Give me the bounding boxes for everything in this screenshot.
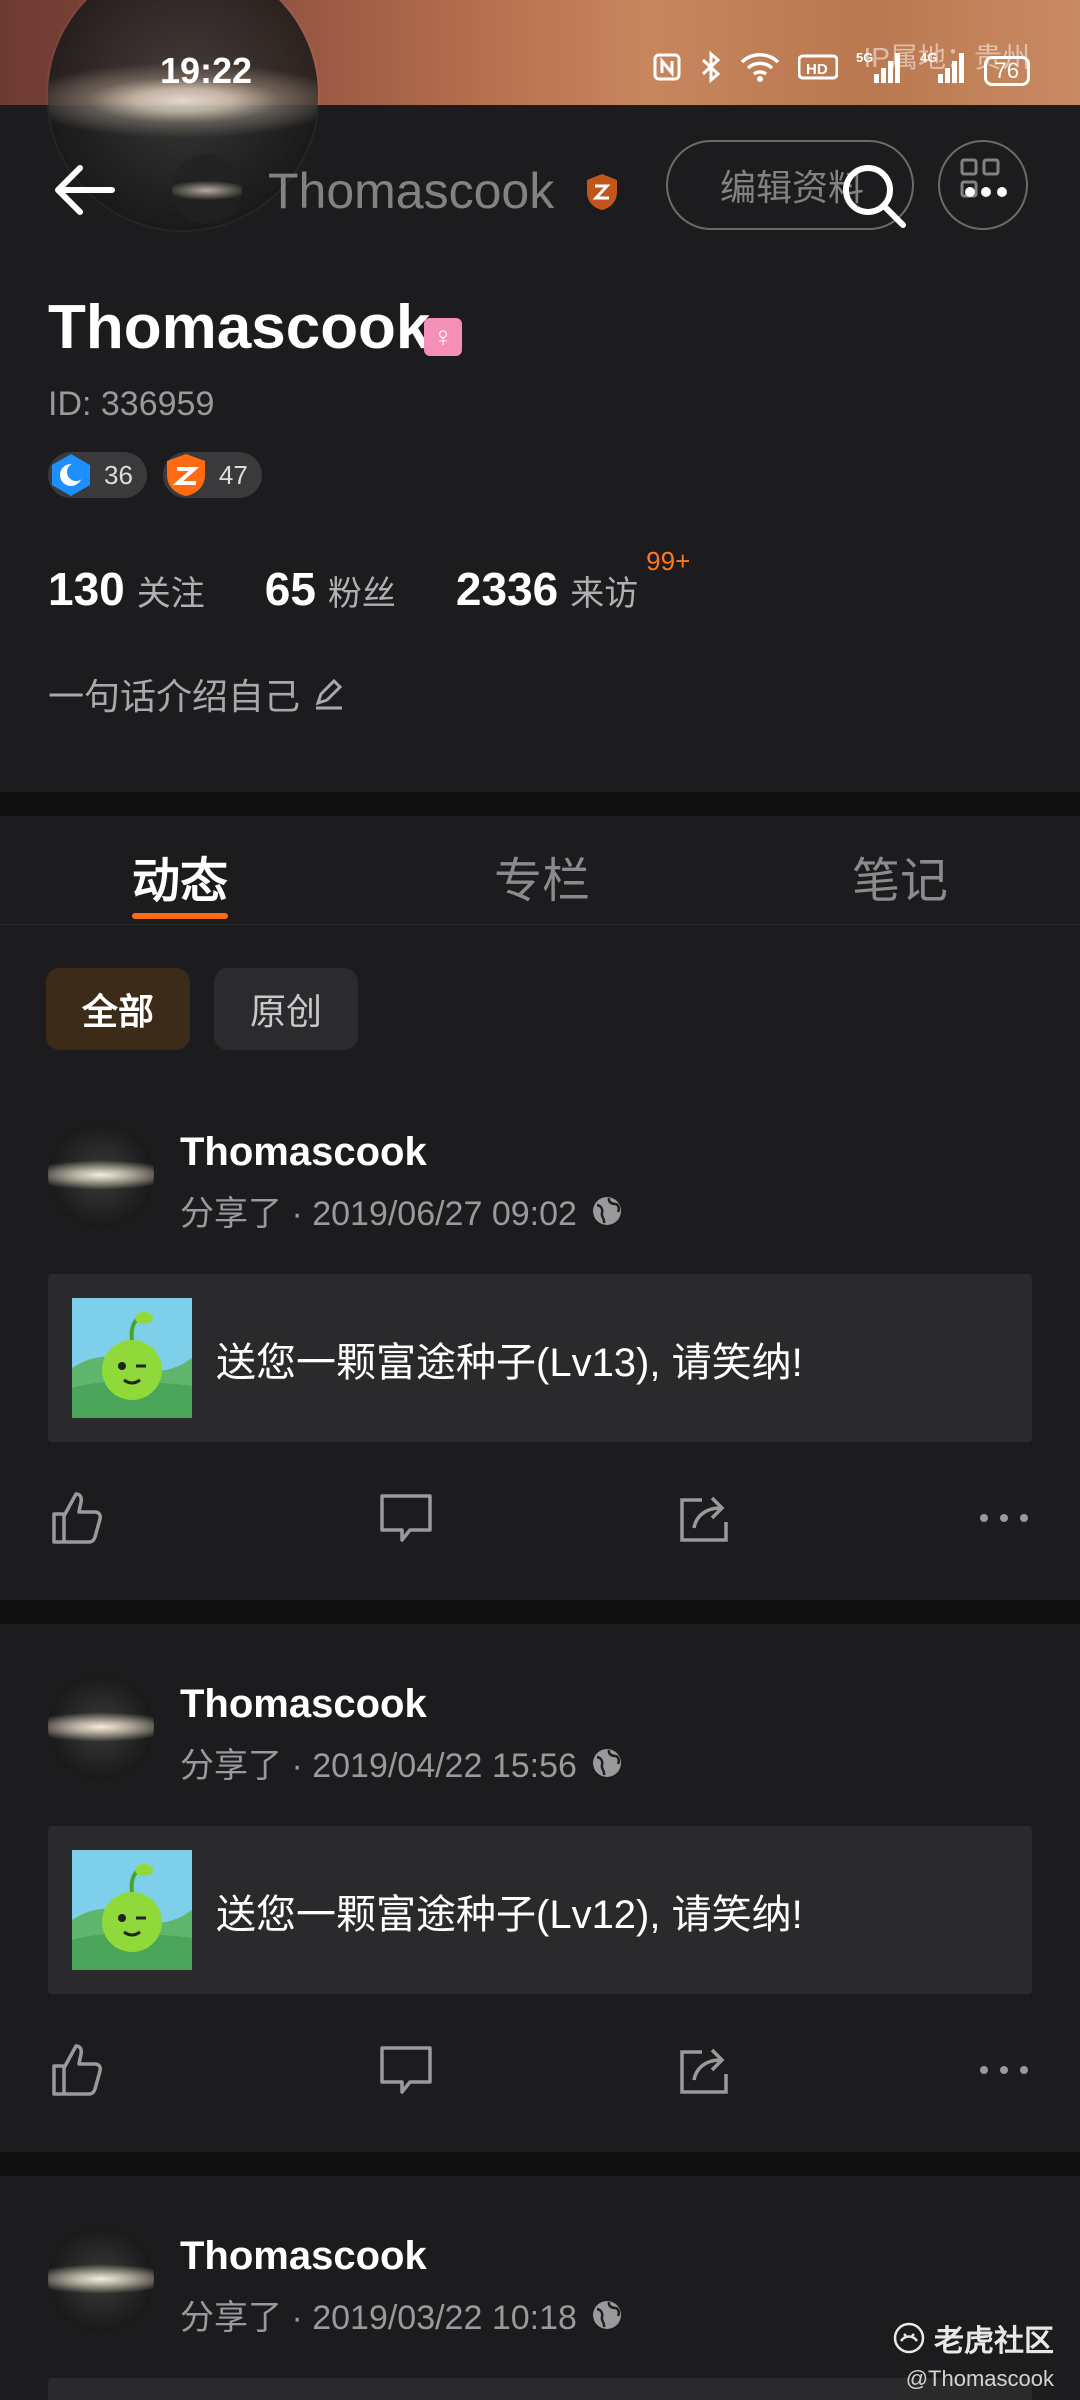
- bluetooth-icon: [700, 50, 722, 90]
- tab-columns[interactable]: 专栏: [494, 841, 590, 911]
- shield-badge-icon: [166, 454, 205, 496]
- signal-5g-icon: 5G: [856, 50, 902, 91]
- content-tabs: 动态 专栏 笔记: [0, 815, 1080, 925]
- comment-icon[interactable]: [376, 2040, 436, 2100]
- svg-text:5G: 5G: [856, 50, 873, 65]
- top-nav: Thomascook 编辑资料: [0, 130, 1080, 250]
- stat-followers[interactable]: 65 粉丝: [265, 562, 396, 616]
- badge-shield[interactable]: 47: [162, 452, 262, 498]
- status-icons: HD 5G 4G 76: [652, 50, 1030, 91]
- post-divider: [0, 1600, 1080, 1624]
- post-author[interactable]: Thomascook: [180, 2234, 427, 2279]
- post-actions: [0, 2016, 1080, 2136]
- post-timestamp: 分享了 · 2019/03/22 10:18: [180, 2299, 577, 2337]
- globe-icon: [592, 1196, 621, 1225]
- hd-icon: HD: [797, 52, 839, 89]
- share-icon[interactable]: [674, 1488, 734, 1548]
- profile-stats: 130 关注 65 粉丝 2336 来访 99+: [48, 546, 698, 616]
- section-divider: [0, 792, 1080, 816]
- post-avatar[interactable]: [48, 2226, 154, 2332]
- more-menu-button[interactable]: [938, 140, 1028, 230]
- stat-visitors-count: 2336: [455, 563, 559, 615]
- nav-avatar: [172, 154, 242, 224]
- visitors-new-badge: 99+: [646, 546, 691, 576]
- post-meta: 分享了 · 2019/04/22 15:56: [180, 1738, 623, 1787]
- seed-mascot-image: [72, 1298, 192, 1418]
- stat-following-label: 关注: [136, 575, 205, 613]
- profile-username: Thomascook: [48, 293, 431, 362]
- stat-following-count: 130: [48, 563, 125, 615]
- globe-icon: [592, 1748, 621, 1777]
- tiger-logo-icon: [893, 2322, 925, 2354]
- pencil-icon: [315, 678, 343, 710]
- profile-info: Thomascook ♀ ID: 336959 36 47 130 关注 65 …: [0, 250, 1080, 790]
- wifi-icon: [740, 52, 780, 89]
- status-bar: IP属地：贵州 19:22 HD 5G 4G 76: [0, 0, 1080, 105]
- feed-post[interactable]: Thomascook 分享了 · 2019/04/22 15:56 送您一颗富途…: [0, 1674, 1080, 2152]
- post-author[interactable]: Thomascook: [180, 1130, 427, 1175]
- filter-all[interactable]: 全部: [46, 968, 191, 1050]
- user-badges: 36 47: [48, 452, 262, 498]
- bio-edit[interactable]: 一句话介绍自己: [48, 668, 346, 720]
- more-dots-icon[interactable]: [974, 2040, 1034, 2100]
- filter-original[interactable]: 原创: [214, 968, 359, 1050]
- post-actions: [0, 1464, 1080, 1584]
- post-meta: 分享了 · 2019/06/27 09:02: [180, 1186, 623, 1235]
- back-arrow-icon[interactable]: [50, 160, 120, 220]
- feed-post[interactable]: Thomascook 分享了 · 2019/06/27 09:02 送您一颗富途…: [0, 1122, 1080, 1600]
- post-timestamp: 分享了 · 2019/04/22 15:56: [180, 1747, 577, 1785]
- stat-visitors[interactable]: 2336 来访 99+: [455, 546, 690, 616]
- badge-shield-count: 47: [218, 459, 248, 490]
- battery-icon: 76: [983, 55, 1030, 86]
- stat-followers-label: 粉丝: [327, 575, 396, 613]
- globe-icon: [592, 2300, 621, 2329]
- like-icon[interactable]: [48, 2040, 108, 2100]
- nfc-icon: [652, 52, 682, 89]
- shared-card-partial[interactable]: [48, 2378, 1032, 2400]
- badge-moon-count: 36: [104, 459, 133, 490]
- search-icon[interactable]: [838, 160, 908, 230]
- user-id: ID: 336959: [48, 385, 215, 423]
- like-icon[interactable]: [48, 1488, 108, 1548]
- tab-dynamics[interactable]: 动态: [132, 841, 228, 911]
- watermark-brand: 老虎社区: [934, 2325, 1054, 2358]
- post-divider: [0, 2152, 1080, 2176]
- comment-icon[interactable]: [376, 1488, 436, 1548]
- active-tab-indicator: [132, 913, 228, 919]
- status-time: 19:22: [160, 50, 253, 91]
- post-timestamp: 分享了 · 2019/06/27 09:02: [180, 1195, 577, 1233]
- moon-badge-icon: [52, 454, 90, 496]
- bio-placeholder: 一句话介绍自己: [48, 676, 301, 717]
- shared-seed-card[interactable]: 送您一颗富途种子(Lv13), 请笑纳!: [48, 1274, 1032, 1442]
- nav-username: Thomascook: [268, 163, 555, 219]
- post-avatar[interactable]: [48, 1122, 154, 1228]
- card-text: 送您一颗富途种子(Lv13), 请笑纳!: [216, 1341, 803, 1385]
- verified-shield-icon: [584, 172, 620, 212]
- post-meta: 分享了 · 2019/03/22 10:18: [180, 2290, 623, 2339]
- filter-chips: 全部 原创: [46, 968, 359, 1050]
- post-avatar[interactable]: [48, 1674, 154, 1780]
- share-icon[interactable]: [674, 2040, 734, 2100]
- female-gender-icon: ♀: [424, 318, 462, 356]
- card-text: 送您一颗富途种子(Lv12), 请笑纳!: [216, 1893, 803, 1937]
- shared-seed-card[interactable]: 送您一颗富途种子(Lv12), 请笑纳!: [48, 1826, 1032, 1994]
- watermark: 老虎社区 @Thomascook: [892, 2316, 1054, 2392]
- stat-followers-count: 65: [264, 563, 316, 615]
- post-author[interactable]: Thomascook: [180, 1682, 427, 1727]
- tab-notes[interactable]: 笔记: [852, 841, 948, 911]
- signal-4g-icon: 4G: [920, 50, 966, 91]
- svg-text:HD: HD: [806, 61, 828, 78]
- svg-text:4G: 4G: [920, 50, 937, 65]
- watermark-handle: @Thomascook: [905, 2366, 1054, 2391]
- seed-mascot-image: [72, 1850, 192, 1970]
- badge-moon[interactable]: 36: [48, 452, 147, 498]
- stat-visitors-label: 来访: [570, 575, 639, 613]
- stat-following[interactable]: 130 关注: [48, 562, 205, 616]
- more-dots-icon[interactable]: [974, 1488, 1034, 1548]
